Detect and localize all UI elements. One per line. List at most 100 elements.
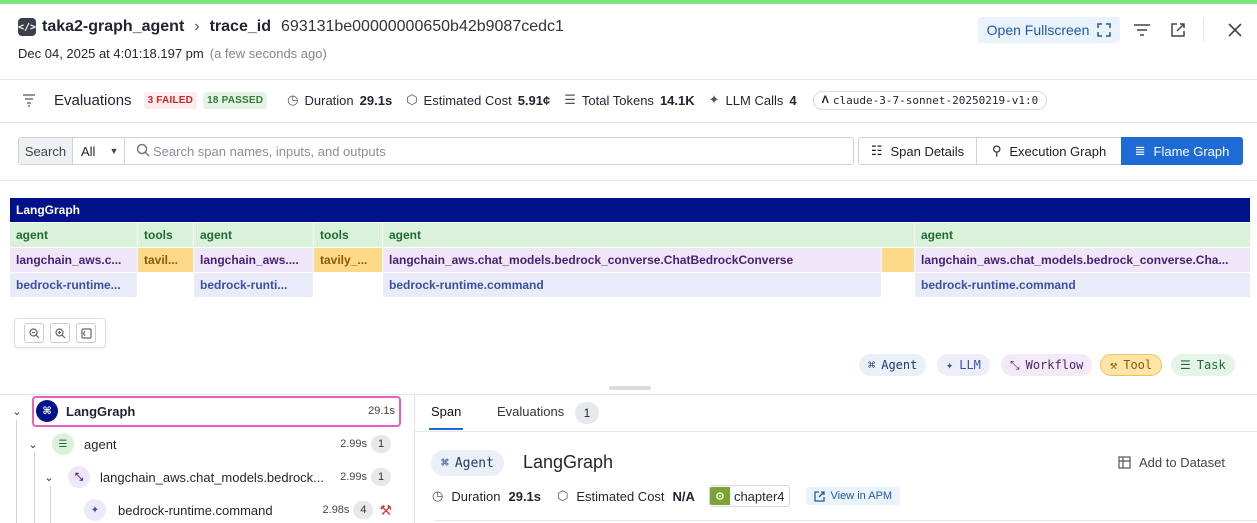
- sparkle-icon: ✦: [84, 499, 106, 521]
- open-fullscreen-button[interactable]: Open Fullscreen: [978, 17, 1120, 43]
- duration-metric: ◷ Duration 29.1s: [287, 92, 392, 108]
- wrench-icon: ⚒: [379, 501, 392, 518]
- agent-icon: ⌘: [868, 358, 876, 372]
- evaluations-label: Evaluations: [54, 91, 132, 109]
- failed-badge[interactable]: 3 FAILED: [143, 91, 198, 109]
- legend-task[interactable]: ☰ Task: [1171, 354, 1235, 376]
- span-details-button[interactable]: ☷ Span Details: [858, 137, 977, 165]
- passed-badge[interactable]: 18 PASSED: [203, 91, 268, 109]
- chevron-down-icon[interactable]: ⌄: [42, 471, 56, 484]
- tree-row-langchain[interactable]: ⌄ ⤡ langchain_aws.chat_models.bedrock...…: [42, 462, 391, 492]
- trace-header-title: </> taka2-graph_agent › trace_id 693131b…: [18, 16, 564, 38]
- resize-handle[interactable]: [609, 386, 651, 390]
- tree-child-count: 1: [371, 435, 391, 453]
- legend-agent[interactable]: ⌘ Agent: [859, 354, 927, 376]
- external-link-icon: [813, 490, 825, 502]
- add-to-dataset-button[interactable]: Add to Dataset: [1118, 455, 1225, 470]
- search-separator: [0, 180, 1257, 181]
- llm-calls-label: LLM Calls: [725, 92, 784, 108]
- header-separator: [0, 79, 1257, 80]
- flame-span-command[interactable]: bedrock-runtime...: [10, 273, 137, 297]
- search-icon: [136, 143, 150, 160]
- flame-graph-label: Flame Graph: [1153, 143, 1230, 159]
- tree-guide-line: [16, 420, 17, 523]
- search-label: Search: [19, 138, 73, 164]
- hierarchy-icon: ⚲: [991, 143, 1002, 158]
- flame-span-command[interactable]: bedrock-runtime.command: [915, 273, 1250, 297]
- search-scope-select[interactable]: All ▼: [73, 138, 125, 164]
- trace-relative-time: (a few seconds ago): [209, 46, 327, 61]
- fit-to-screen-icon[interactable]: [76, 323, 96, 343]
- cost-metric: ⬡ Estimated Cost 5.91¢: [406, 92, 550, 108]
- tree-label: langchain_aws.chat_models.bedrock...: [100, 469, 325, 485]
- tree-label: bedrock-runtime.command: [118, 502, 273, 518]
- tokens-metric: ☰ Total Tokens 14.1K: [564, 92, 694, 108]
- span-kind-pill: ⌘ Agent: [431, 450, 504, 476]
- execution-graph-label: Execution Graph: [1009, 143, 1107, 159]
- flame-span-agent[interactable]: agent: [915, 223, 1250, 247]
- flame-span-tool[interactable]: tavily_...: [314, 248, 382, 272]
- task-icon: ☰: [1180, 358, 1191, 372]
- zoom-out-icon[interactable]: [24, 323, 44, 343]
- active-tab-indicator: [429, 428, 463, 430]
- expand-icon: [1097, 23, 1112, 37]
- database-icon: ☰: [564, 92, 576, 107]
- legend-task-label: Task: [1196, 358, 1226, 372]
- flame-span-command[interactable]: bedrock-runti...: [194, 273, 313, 297]
- evaluations-icon: [23, 94, 35, 107]
- tree-label: agent: [84, 436, 117, 452]
- duration-value: 29.1s: [359, 92, 393, 108]
- span-details-label: Span Details: [890, 143, 965, 159]
- model-name: claude-3-7-sonnet-20250219-v1:0: [832, 93, 1039, 107]
- detail-separator: [435, 520, 1257, 521]
- sparkle-icon: ✦: [708, 92, 720, 107]
- chevron-down-icon[interactable]: ⌄: [26, 438, 40, 451]
- legend-agent-label: Agent: [881, 358, 918, 372]
- flame-span-tool[interactable]: tavil...: [138, 248, 193, 272]
- flame-span-tool[interactable]: [882, 248, 914, 272]
- flame-span-llm[interactable]: langchain_aws.c...: [10, 248, 137, 272]
- tree-row-agent[interactable]: ⌄ ☰ agent 2.99s 1: [26, 429, 391, 459]
- execution-graph-button[interactable]: ⚲ Execution Graph: [976, 137, 1122, 165]
- service-tag[interactable]: ⚙ chapter4: [708, 485, 790, 507]
- flame-span-tools[interactable]: tools: [314, 223, 382, 247]
- tab-separator: [415, 431, 1257, 432]
- close-icon[interactable]: [1224, 19, 1246, 41]
- anthropic-icon: Λ: [821, 94, 829, 106]
- flame-span-llm[interactable]: langchain_aws.chat_models.bedrock_conver…: [915, 248, 1250, 272]
- flame-span-langgraph[interactable]: LangGraph: [10, 198, 1250, 222]
- external-link-icon[interactable]: [1167, 19, 1189, 41]
- service-name[interactable]: taka2-graph_agent: [42, 18, 184, 36]
- workflow-icon: ⤡: [68, 466, 90, 488]
- flame-graph-button[interactable]: ≣ Flame Graph: [1121, 137, 1243, 165]
- legend-workflow-label: Workflow: [1025, 358, 1084, 372]
- tree-row-bedrock[interactable]: ✦ bedrock-runtime.command 2.98s 4 ⚒: [84, 495, 392, 523]
- zoom-in-icon[interactable]: [50, 323, 70, 343]
- clock-icon: ◷: [432, 488, 444, 503]
- legend-workflow[interactable]: ⤡ Workflow: [1001, 354, 1093, 376]
- span-cost-label: Estimated Cost: [576, 488, 665, 504]
- tab-span[interactable]: Span: [431, 404, 461, 419]
- search-input[interactable]: [125, 138, 853, 164]
- gears-icon: ⚙: [709, 487, 730, 505]
- view-in-apm-button[interactable]: View in APM: [805, 487, 901, 505]
- flame-span-llm[interactable]: langchain_aws....: [194, 248, 313, 272]
- zoom-controls: [14, 318, 106, 348]
- flame-span-agent[interactable]: agent: [194, 223, 313, 247]
- tree-row-langgraph[interactable]: ⌄ ⌘ LangGraph 29.1s: [10, 396, 395, 426]
- legend-llm[interactable]: ✦ LLM: [937, 354, 990, 376]
- flame-span-llm[interactable]: langchain_aws.chat_models.bedrock_conver…: [383, 248, 881, 272]
- dollar-shield-icon: ⬡: [406, 92, 418, 107]
- service-tag-label: chapter4: [733, 488, 785, 504]
- legend-tool-label: Tool: [1123, 358, 1153, 372]
- header-divider: [1203, 18, 1204, 42]
- flame-span-agent[interactable]: agent: [10, 223, 137, 247]
- flame-span-agent[interactable]: agent: [383, 223, 914, 247]
- tokens-value: 14.1K: [659, 92, 695, 108]
- filter-icon[interactable]: [1131, 19, 1153, 41]
- flame-span-tools[interactable]: tools: [138, 223, 193, 247]
- flame-span-command[interactable]: bedrock-runtime.command: [383, 273, 881, 297]
- chevron-down-icon[interactable]: ⌄: [10, 405, 24, 418]
- tab-evaluations[interactable]: Evaluations: [497, 404, 564, 419]
- legend-tool[interactable]: ⚒ Tool: [1100, 354, 1163, 376]
